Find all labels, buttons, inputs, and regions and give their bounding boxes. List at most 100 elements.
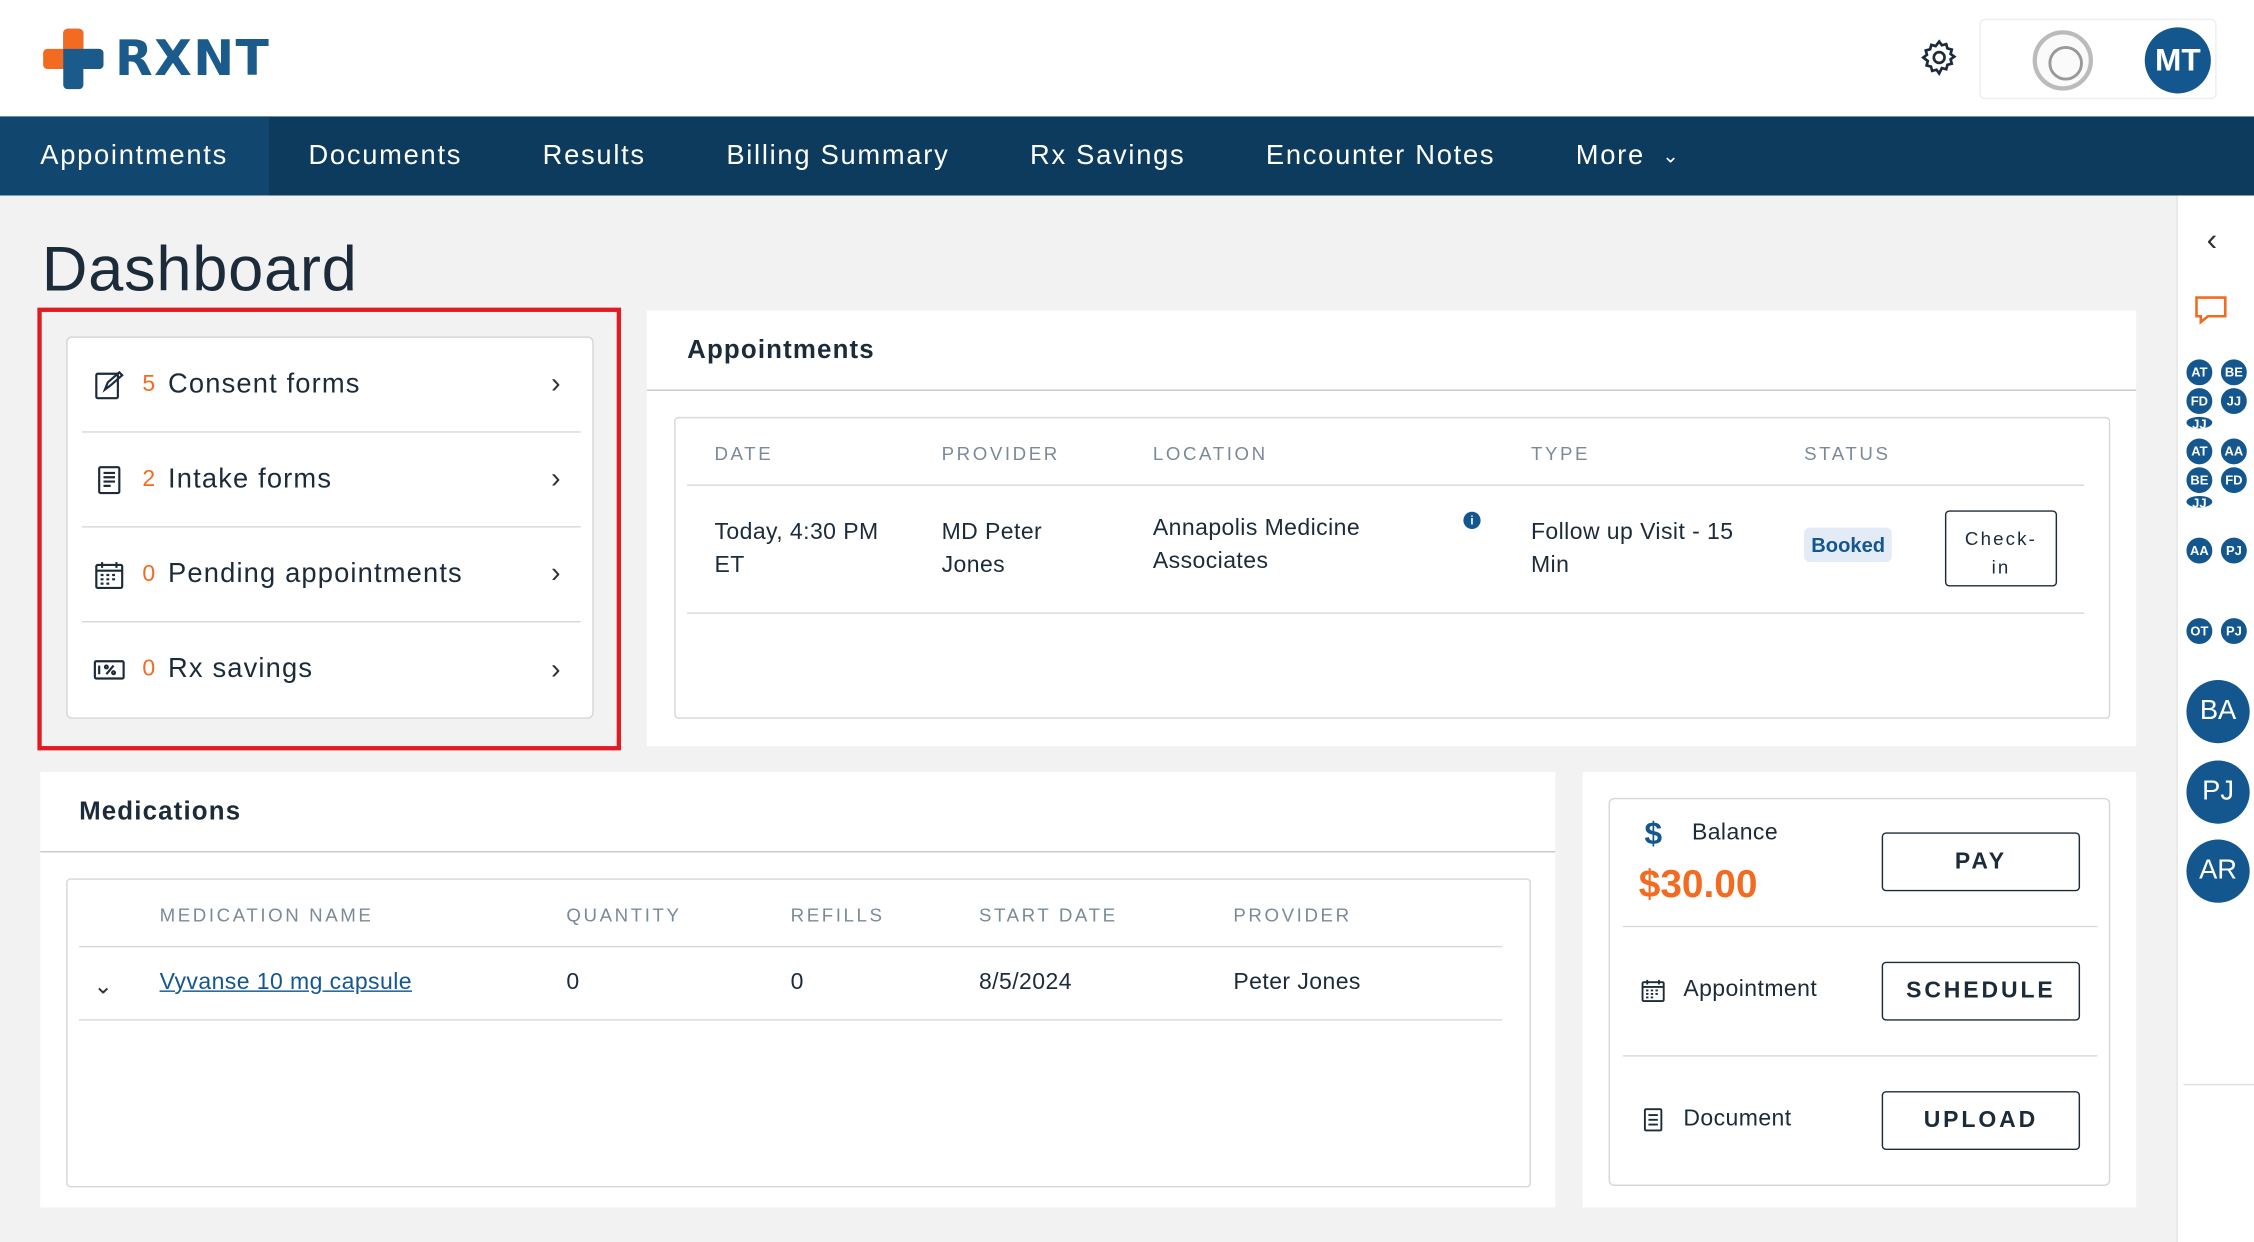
medication-start-date: 8/5/2024 (978, 970, 1072, 995)
check-in-label: in (1991, 555, 2011, 578)
appointment-date-line: ET (714, 553, 745, 578)
upload-button[interactable]: UPLOAD (1881, 1091, 2081, 1150)
nav-documents[interactable]: Documents (268, 116, 502, 195)
column-header: START DATE (978, 904, 1118, 926)
schedule-button[interactable]: SCHEDULE (1881, 961, 2081, 1021)
appointment-provider: MD Peter Jones (942, 516, 1043, 582)
check-in-button[interactable]: Check- in (1944, 510, 2058, 587)
quick-link-pending-appointments[interactable]: 0 Pending appointments › (81, 528, 581, 623)
gear-icon[interactable] (1919, 37, 1959, 77)
appointments-title: Appointments (687, 334, 875, 364)
avatar[interactable]: FD (2219, 465, 2249, 495)
column-header: REFILLS (790, 904, 885, 926)
avatar[interactable]: AA (2219, 437, 2249, 466)
avatar[interactable]: AT (2185, 437, 2214, 466)
quick-links-card: 5 Consent forms › 2 Intake forms › 0 Pen… (66, 336, 594, 719)
medication-name-link[interactable]: Vyvanse 10 mg capsule (160, 966, 412, 999)
column-header: LOCATION (1152, 442, 1268, 465)
divider (1622, 1055, 2098, 1057)
nav-encounter-notes[interactable]: Encounter Notes (1226, 116, 1536, 195)
rx-savings-icon (93, 660, 125, 680)
avatar[interactable]: PJ (2219, 536, 2249, 565)
collapse-chevron-left-icon[interactable]: ‹ (2207, 221, 2218, 258)
avatar[interactable]: JJ (2185, 494, 2214, 509)
quick-link-label: Intake forms (168, 463, 333, 494)
divider (1622, 925, 2098, 928)
quick-link-count: 5 (142, 371, 156, 397)
document-icon (1643, 1108, 1663, 1132)
avatar[interactable]: JJ (2185, 415, 2214, 430)
user-menu[interactable]: MT (1979, 18, 2217, 100)
logo-text: RXNT (115, 30, 271, 88)
balance-amount: $30.00 (1638, 862, 1758, 906)
check-in-label: Check- (1964, 526, 2038, 549)
quick-link-consent-forms[interactable]: 5 Consent forms › (81, 338, 581, 433)
billing-card: $ Balance $30.00 PAY Appointment SCHEDUL… (1608, 797, 2111, 1186)
quick-link-label: Consent forms (168, 368, 361, 399)
divider (687, 484, 2085, 486)
status-badge: Booked (1804, 527, 1893, 563)
medication-refills: 0 (790, 970, 804, 995)
appointment-type-line: Min (1530, 553, 1570, 578)
avatar[interactable]: AA (2185, 536, 2214, 565)
avatar[interactable]: JJ (2219, 386, 2249, 416)
rxnt-logo[interactable]: RXNT (43, 28, 271, 90)
divider (2183, 1083, 2254, 1086)
quick-link-intake-forms[interactable]: 2 Intake forms › (81, 433, 581, 528)
dollar-icon: $ (1644, 815, 1663, 851)
logo-cross-icon (43, 28, 104, 90)
avatar[interactable]: FD (2185, 386, 2214, 416)
column-header: STATUS (1804, 442, 1891, 465)
medications-panel: Medications MEDICATION NAME QUANTITY REF… (40, 771, 1556, 1208)
avatar[interactable]: AT (2185, 357, 2214, 387)
appointments-panel: Appointments DATE PROVIDER LOCATION TYPE… (646, 310, 2137, 747)
main-nav: Appointments Documents Results Billing S… (0, 116, 2254, 196)
nav-billing-summary[interactable]: Billing Summary (686, 116, 990, 195)
avatar[interactable]: AR (2186, 839, 2250, 903)
avatar[interactable]: BA (2186, 679, 2250, 744)
balance-label: Balance (1691, 820, 1779, 846)
quick-link-rx-savings[interactable]: 0 Rx savings › (82, 622, 581, 717)
nav-rx-savings[interactable]: Rx Savings (990, 116, 1226, 195)
billing-panel: $ Balance $30.00 PAY Appointment SCHEDUL… (1582, 771, 2137, 1208)
chat-icon[interactable] (2192, 293, 2232, 328)
calendar-icon (95, 561, 124, 589)
avatar[interactable]: PJ (2186, 760, 2250, 824)
appointment-type-line: Follow up Visit - 15 (1530, 520, 1734, 545)
practice-seal-icon (2032, 30, 2093, 91)
chevron-right-icon: › (551, 462, 561, 495)
consent-form-icon (95, 370, 124, 399)
appointment-location-line: Associates (1152, 549, 1269, 574)
avatar[interactable]: BE (2185, 465, 2214, 495)
column-header: MEDICATION NAME (159, 904, 374, 926)
nav-appointments[interactable]: Appointments (0, 116, 269, 196)
nav-results[interactable]: Results (502, 116, 686, 195)
avatar[interactable]: OT (2185, 616, 2214, 646)
divider (79, 945, 1503, 948)
info-icon[interactable]: i (1463, 511, 1481, 529)
appointment-date-line: Today, 4:30 PM (714, 520, 879, 545)
column-header: PROVIDER (1233, 904, 1352, 926)
expand-row-chevron-icon[interactable]: ⌄ (93, 972, 112, 1001)
divider (40, 851, 1556, 853)
right-rail: ‹ AT BE FD JJ JJ AT AA BE FD JJ AA PJ OT… (2176, 195, 2254, 1242)
quick-link-label: Pending appointments (168, 558, 463, 589)
quick-link-count: 0 (142, 561, 156, 586)
pay-button[interactable]: PAY (1881, 832, 2081, 892)
nav-more[interactable]: More ⌄ (1535, 116, 1720, 195)
appointment-type: Follow up Visit - 15 Min (1531, 516, 1734, 582)
avatar[interactable]: PJ (2219, 616, 2249, 646)
divider (79, 1019, 1503, 1021)
appointment-date: Today, 4:30 PM ET (714, 516, 878, 582)
medication-provider: Peter Jones (1233, 970, 1361, 995)
divider (646, 389, 2137, 391)
quick-link-label: Rx savings (168, 654, 314, 685)
user-avatar[interactable]: MT (2144, 27, 2211, 94)
quick-link-count: 2 (142, 466, 156, 491)
appointments-table: DATE PROVIDER LOCATION TYPE STATUS Today… (674, 416, 2111, 719)
appointment-provider-line: MD Peter (941, 520, 1043, 545)
document-label: Document (1683, 1106, 1792, 1132)
appointment-location: Annapolis Medicine Associates (1153, 512, 1360, 578)
avatar[interactable]: BE (2219, 357, 2249, 387)
quick-link-count: 0 (142, 656, 156, 682)
